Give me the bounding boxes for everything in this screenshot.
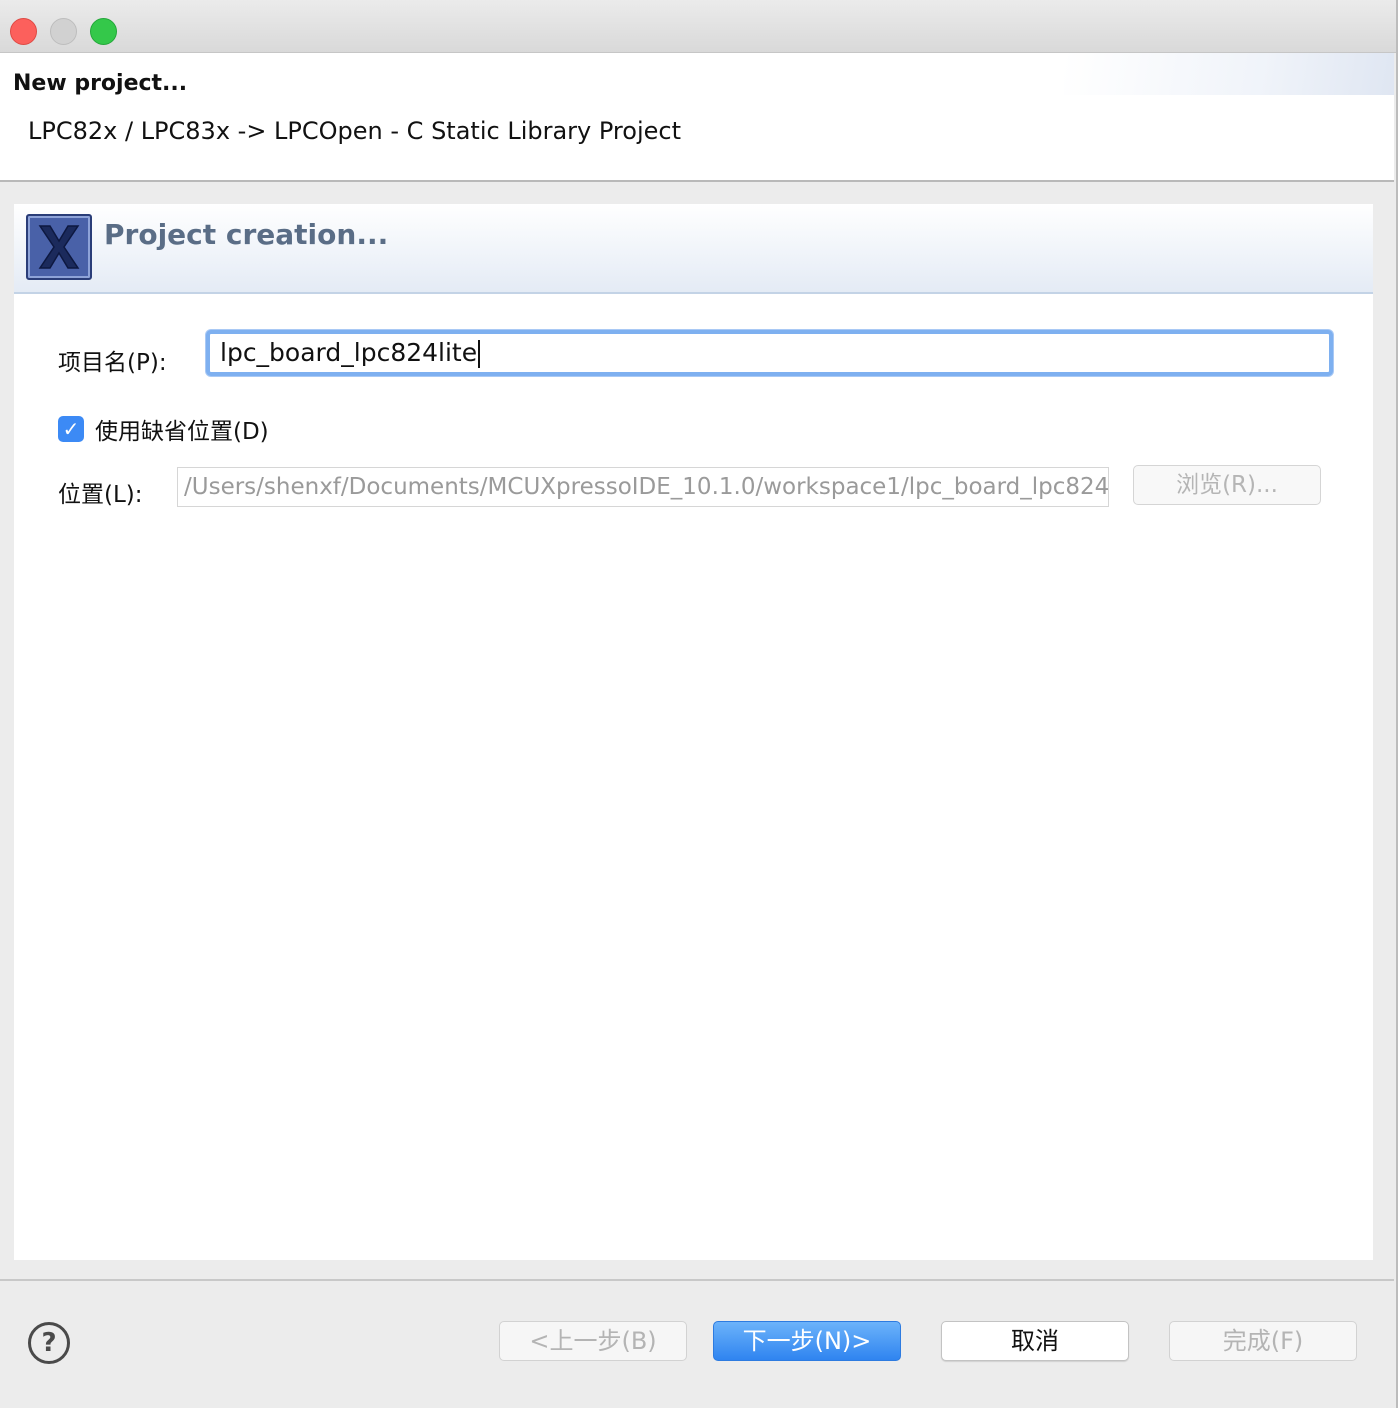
page-banner: Project creation... — [14, 204, 1373, 294]
project-name-value: lpc_board_lpc824lite — [220, 338, 478, 367]
use-default-location-checkbox[interactable]: ✓ — [58, 416, 84, 442]
location-label: 位置(L): — [58, 482, 143, 508]
checkmark-icon: ✓ — [62, 417, 80, 441]
project-name-label: 项目名(P): — [58, 350, 167, 376]
finish-button[interactable]: 完成(F) — [1169, 1321, 1357, 1361]
footer-divider — [0, 1279, 1394, 1281]
location-input[interactable]: /Users/shenxf/Documents/MCUXpressoIDE_10… — [177, 467, 1109, 507]
browse-button[interactable]: 浏览(R)... — [1133, 465, 1321, 505]
title-bar — [0, 0, 1396, 53]
wizard-subtitle: LPC82x / LPC83x -> LPCOpen - C Static Li… — [28, 117, 681, 145]
wizard-title: New project... — [13, 71, 188, 96]
minimize-window-button[interactable] — [50, 18, 77, 45]
cancel-button[interactable]: 取消 — [941, 1321, 1129, 1361]
wizard-page: Project creation... 项目名(P): lpc_board_lp… — [14, 204, 1373, 1260]
project-name-input[interactable]: lpc_board_lpc824lite — [206, 330, 1333, 376]
header-decoration — [1064, 53, 1394, 95]
page-banner-title: Project creation... — [104, 218, 389, 251]
x-project-icon — [26, 214, 92, 280]
next-button[interactable]: 下一步(N)> — [713, 1321, 901, 1361]
help-icon[interactable]: ? — [28, 1322, 70, 1364]
use-default-location-label[interactable]: 使用缺省位置(D) — [95, 412, 269, 446]
close-window-button[interactable] — [10, 18, 37, 45]
text-caret — [478, 340, 481, 368]
zoom-window-button[interactable] — [90, 18, 117, 45]
back-button[interactable]: <上一步(B) — [499, 1321, 687, 1361]
wizard-header: New project... LPC82x / LPC83x -> LPCOpe… — [0, 53, 1394, 182]
